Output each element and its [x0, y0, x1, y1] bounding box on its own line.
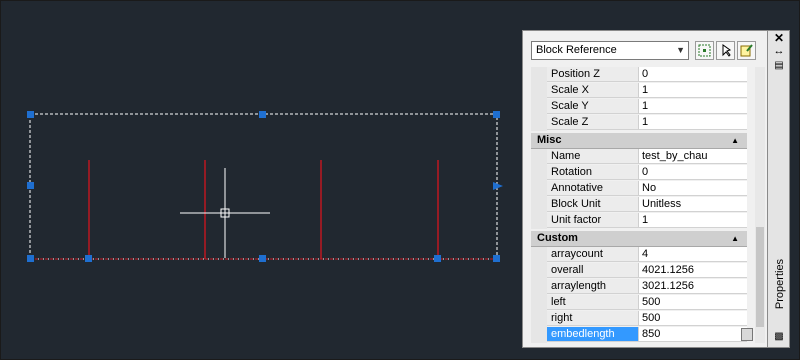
property-value[interactable]: 1 [639, 99, 747, 114]
select-objects-button[interactable] [716, 41, 735, 60]
property-value[interactable]: test_by_chau [639, 149, 747, 164]
vertical-scrollbar[interactable] [755, 67, 765, 343]
property-name: Scale Y [547, 99, 639, 114]
property-row-left[interactable]: left 500 [531, 295, 755, 311]
toggle-pickadd-button[interactable] [737, 41, 756, 60]
grip-bottom-mid[interactable] [259, 255, 266, 262]
panel-menu-icon[interactable]: ▤ [771, 60, 787, 71]
property-grid: Position Z0 Scale X1 Scale Y1 Scale Z1 M… [531, 67, 755, 343]
category-title: Custom [537, 232, 578, 244]
collapse-caret-icon[interactable]: ▲ [731, 231, 739, 246]
property-value[interactable]: 1 [639, 213, 747, 228]
property-row-unit-factor[interactable]: Unit factor 1 [531, 213, 755, 229]
grip-bottom-2[interactable] [85, 255, 92, 262]
toggle-pickadd-icon [740, 44, 753, 57]
object-type-value: Block Reference [536, 44, 617, 56]
property-value[interactable]: 500 [639, 295, 747, 310]
property-value[interactable]: No [639, 181, 747, 196]
property-name: Unit factor [547, 213, 639, 228]
property-row-position-z[interactable]: Position Z0 [531, 67, 755, 83]
property-value[interactable]: 1 [639, 115, 747, 130]
calculator-icon[interactable] [741, 328, 753, 341]
palette-title-text: Properties [774, 258, 786, 310]
property-value[interactable]: 1 [639, 83, 747, 98]
properties-palette: Block Reference ▼ Position Z0 Scale X1 S… [522, 30, 768, 348]
grip-top-mid[interactable] [259, 111, 266, 118]
property-value-input[interactable]: 850 [639, 327, 747, 342]
property-value[interactable]: 500 [639, 311, 747, 326]
property-row-embedlength[interactable]: embedlength 850 [531, 327, 755, 343]
property-value[interactable]: 4 [639, 247, 747, 262]
property-value[interactable]: 0 [639, 67, 747, 82]
palette-properties-icon[interactable]: ▩ [771, 331, 787, 342]
grip-mid-left[interactable] [27, 182, 34, 189]
category-header-misc[interactable]: Misc ▲ [531, 133, 747, 149]
property-row-annotative[interactable]: Annotative No [531, 181, 755, 197]
grip-top-right[interactable] [493, 111, 500, 118]
property-name: Block Unit [547, 197, 639, 212]
quick-select-icon [698, 44, 711, 57]
property-row-arraylength[interactable]: arraylength 3021.1256 [531, 279, 755, 295]
property-row-scale-y[interactable]: Scale Y1 [531, 99, 755, 115]
property-value[interactable]: Unitless [639, 197, 747, 212]
close-icon[interactable]: ✕ [771, 31, 787, 45]
property-name: Annotative [547, 181, 639, 196]
chevron-down-icon: ▼ [676, 45, 685, 55]
property-value[interactable]: 0 [639, 165, 747, 180]
property-name: arraycount [547, 247, 639, 262]
select-objects-icon [722, 44, 732, 57]
property-value[interactable]: 3021.1256 [639, 279, 747, 294]
autohide-icon[interactable]: ↔ [771, 45, 787, 57]
property-row-scale-z[interactable]: Scale Z1 [531, 115, 755, 131]
scrollbar-thumb[interactable] [756, 227, 764, 327]
quick-select-button[interactable] [695, 41, 714, 60]
category-title: Misc [537, 134, 562, 146]
grip-top-left[interactable] [27, 111, 34, 118]
grip-bottom-4[interactable] [434, 255, 441, 262]
property-name: left [547, 295, 639, 310]
grip-bottom-right[interactable] [493, 255, 500, 262]
category-header-custom[interactable]: Custom ▲ [531, 231, 747, 247]
property-row-name[interactable]: Name test_by_chau [531, 149, 755, 165]
property-name: Position Z [547, 67, 639, 82]
collapse-caret-icon[interactable]: ▲ [731, 133, 739, 148]
property-row-overall[interactable]: overall 4021.1256 [531, 263, 755, 279]
property-name: embedlength [547, 327, 639, 342]
property-row-block-unit[interactable]: Block Unit Unitless [531, 197, 755, 213]
property-name: Scale Z [547, 115, 639, 130]
property-name: arraylength [547, 279, 639, 294]
property-row-scale-x[interactable]: Scale X1 [531, 83, 755, 99]
grip-bottom-left[interactable] [27, 255, 34, 262]
property-row-right[interactable]: right 500 [531, 311, 755, 327]
property-row-rotation[interactable]: Rotation 0 [531, 165, 755, 181]
property-name: Scale X [547, 83, 639, 98]
palette-vertical-title: Properties [770, 252, 790, 322]
property-name: Name [547, 149, 639, 164]
property-value[interactable]: 4021.1256 [639, 263, 747, 278]
property-row-arraycount[interactable]: arraycount 4 [531, 247, 755, 263]
property-name: right [547, 311, 639, 326]
object-type-dropdown[interactable]: Block Reference ▼ [531, 41, 689, 60]
property-name: overall [547, 263, 639, 278]
property-name: Rotation [547, 165, 639, 180]
